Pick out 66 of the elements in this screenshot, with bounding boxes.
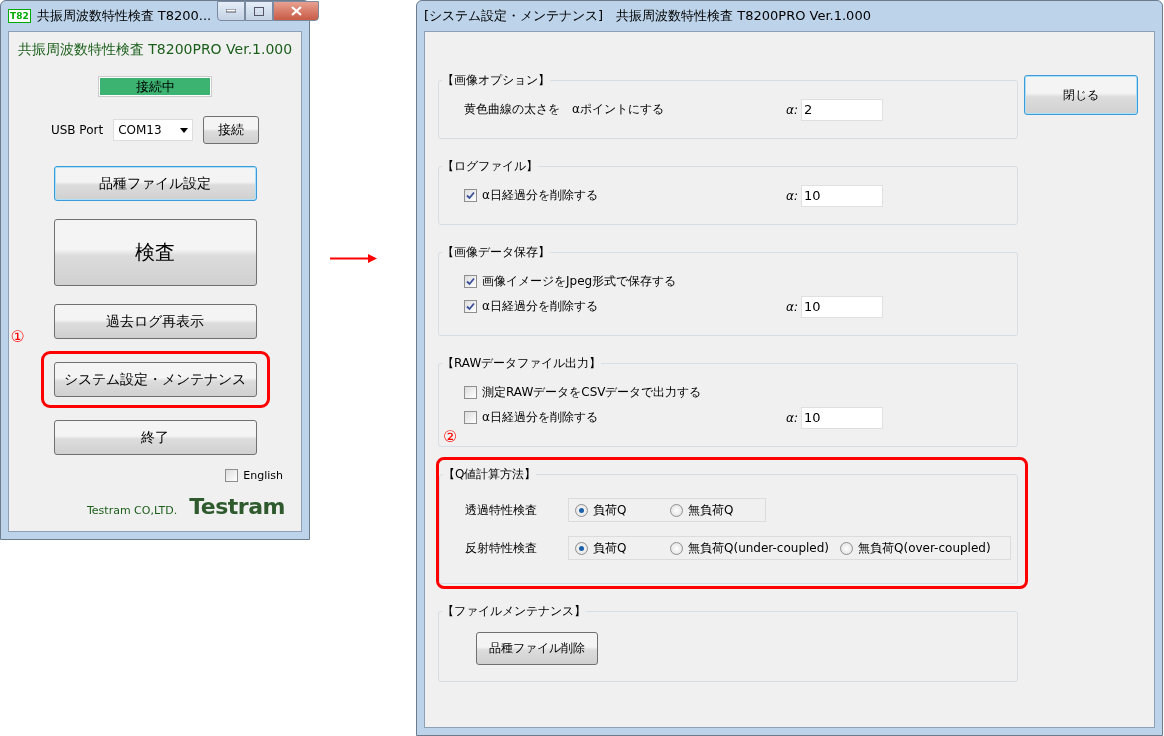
close-button[interactable] bbox=[273, 1, 320, 21]
connect-button[interactable]: 接続 bbox=[203, 116, 260, 144]
option-label: 無負荷Q bbox=[688, 501, 734, 519]
option-label: α日経過分を削除する bbox=[482, 409, 598, 426]
maximize-icon bbox=[254, 6, 265, 16]
checkbox[interactable] bbox=[225, 469, 239, 482]
group-title: 【画像オプション】 bbox=[442, 72, 550, 89]
minimize-button[interactable] bbox=[217, 1, 246, 21]
step-number: ② bbox=[443, 429, 458, 445]
group-title: 【ログファイル】 bbox=[442, 158, 538, 175]
app-icon: T82 bbox=[8, 9, 31, 23]
radio-button[interactable] bbox=[670, 541, 683, 555]
port-label: USB Port bbox=[50, 123, 104, 137]
option-label: 測定RAWデータをCSVデータで出力する bbox=[482, 384, 702, 401]
row-label: 反射特性検査 bbox=[465, 539, 538, 557]
step-number: ① bbox=[10, 329, 25, 345]
menu-button[interactable]: 品種ファイル設定 bbox=[53, 166, 257, 201]
menu-button[interactable]: 終了 bbox=[53, 420, 257, 455]
alpha-label: α: bbox=[786, 188, 798, 203]
checkbox-label: English bbox=[243, 469, 283, 482]
close-icon bbox=[290, 6, 302, 16]
group-title: 【画像データ保存】 bbox=[442, 244, 550, 261]
company-name: Testram CO,LTD. bbox=[86, 504, 178, 517]
menu-button[interactable]: 過去ログ再表示 bbox=[53, 304, 257, 339]
alpha-label: α: bbox=[786, 299, 798, 314]
group-title: 【RAWデータファイル出力】 bbox=[442, 355, 602, 372]
radio-button[interactable] bbox=[575, 541, 588, 555]
logo: Testram bbox=[189, 494, 285, 519]
checkbox[interactable] bbox=[464, 300, 477, 313]
alpha-label: α: bbox=[786, 102, 798, 117]
group-title: 【ファイルメンテナンス】 bbox=[442, 603, 586, 620]
alpha-label: α: bbox=[786, 410, 798, 425]
option-label: 無負荷Q(under-coupled) bbox=[688, 539, 829, 557]
delete-button[interactable]: 品種ファイル削除 bbox=[476, 632, 598, 665]
radio-button[interactable] bbox=[575, 503, 588, 517]
group-title: 【Q値計算方法】 bbox=[443, 466, 537, 483]
radio-button[interactable] bbox=[840, 541, 853, 555]
option-label: 負荷Q bbox=[593, 501, 627, 519]
option-label: 負荷Q bbox=[593, 539, 627, 557]
option-label: 黄色曲線の太さを αポイントにする bbox=[464, 101, 664, 118]
close-button[interactable]: 閉じる bbox=[1024, 75, 1138, 115]
maximize-button[interactable] bbox=[245, 1, 274, 21]
checkbox[interactable] bbox=[464, 189, 477, 202]
caret-icon bbox=[180, 127, 189, 133]
option-label: α日経過分を削除する bbox=[482, 187, 598, 204]
input-field[interactable]: 10 bbox=[801, 184, 883, 207]
menu-button[interactable]: 検査 bbox=[53, 219, 257, 286]
window-title: 共振周波数特性検査 T8200... bbox=[36, 7, 212, 25]
window-title: [システム設定・メンテナンス] 共振周波数特性検査 T8200PRO Ver.1.000 bbox=[424, 7, 871, 25]
checkbox[interactable] bbox=[464, 386, 477, 399]
port-dropdown[interactable]: COM13 bbox=[113, 119, 194, 141]
row-label: 透過特性検査 bbox=[465, 501, 538, 519]
connection-status: 接続中 bbox=[99, 77, 211, 96]
radio-button[interactable] bbox=[670, 503, 683, 517]
app-heading: 共振周波数特性検査 T8200PRO Ver.1.000 bbox=[17, 41, 293, 59]
option-label: 画像イメージをJpeg形式で保存する bbox=[482, 273, 677, 290]
checkbox[interactable] bbox=[464, 411, 477, 424]
checkbox[interactable] bbox=[464, 275, 477, 288]
menu-button[interactable]: システム設定・メンテナンス bbox=[53, 362, 257, 397]
option-label: 無負荷Q(over-coupled) bbox=[858, 539, 991, 557]
input-field[interactable]: 2 bbox=[801, 98, 883, 121]
input-field[interactable]: 10 bbox=[801, 406, 883, 429]
arrow-icon bbox=[330, 254, 377, 263]
option-label: α日経過分を削除する bbox=[482, 298, 598, 315]
input-field[interactable]: 10 bbox=[801, 295, 883, 318]
minimize-icon bbox=[226, 9, 237, 13]
